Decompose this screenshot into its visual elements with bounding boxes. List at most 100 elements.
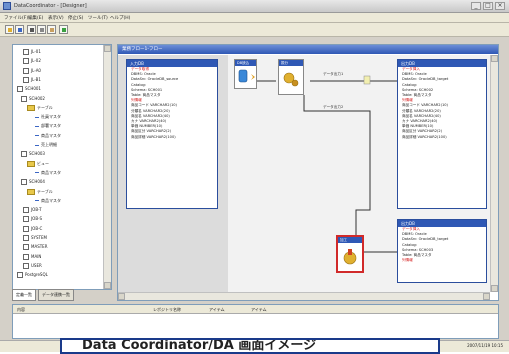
tree-item[interactable]: JL-02	[23, 57, 41, 65]
scroll-right-arrow[interactable]	[483, 293, 490, 300]
menu-view[interactable]: 表示(V)	[48, 15, 64, 21]
tree-item[interactable]: 部署マスタ	[35, 122, 61, 129]
tree-item[interactable]: SCH004	[21, 178, 45, 186]
tab-data-links[interactable]: データ連携一覧	[38, 289, 74, 301]
scroll-up-arrow[interactable]	[104, 45, 111, 52]
selected-transform-node[interactable]: 加工	[336, 235, 364, 273]
tree-item[interactable]: PostgreSQL	[17, 271, 48, 279]
open-icon	[8, 28, 12, 32]
cut-button[interactable]	[27, 25, 36, 34]
save-button[interactable]	[15, 25, 24, 34]
menu-edit[interactable]: 編集(E)	[28, 15, 43, 21]
repository-tree[interactable]: JL-01 JL-02 JL-A0 JL-B1 SCH001 SCH002 テーブル 社員マス…	[12, 44, 112, 290]
tree-item[interactable]: MASTER	[23, 243, 48, 251]
tree-item[interactable]: MAIN	[23, 253, 41, 260]
tree-item[interactable]: SCH003	[21, 150, 45, 158]
table-icon	[35, 116, 39, 118]
flow-joint-icon	[363, 75, 371, 85]
tree-item-label: SCH001	[25, 86, 41, 92]
minimize-button[interactable]: _	[471, 2, 481, 10]
db-node-icon	[17, 272, 23, 279]
tree-item[interactable]: 社員マスタ	[35, 113, 61, 120]
folder-icon	[27, 188, 35, 195]
tree-item[interactable]: ビュー	[27, 160, 49, 167]
db-node-icon	[23, 67, 29, 74]
tree-item[interactable]: JOB-T	[23, 206, 42, 214]
table-icon	[35, 172, 39, 174]
split-node[interactable]: 振分	[278, 59, 304, 95]
tree-item-label: SYSTEM	[31, 235, 47, 240]
designer-header: 業務フロー1-フロー	[118, 45, 498, 54]
tree-item[interactable]: テーブル	[27, 104, 53, 111]
tree-item-label: JL-B1	[31, 76, 41, 82]
flow-canvas[interactable]: 入力DB データ取得 DBMS: Oracle DataSrc: OracleDB_…	[118, 55, 490, 292]
scroll-down-arrow[interactable]	[491, 285, 498, 292]
run-button[interactable]	[59, 25, 68, 34]
tree-item[interactable]: USER	[23, 262, 42, 269]
tree-item-label: MASTER	[31, 244, 48, 250]
tree-item[interactable]: SYSTEM	[23, 234, 47, 241]
scroll-up-arrow[interactable]	[491, 55, 498, 62]
designer-vscroll[interactable]	[490, 55, 498, 292]
tree-item[interactable]: JOB-C	[23, 225, 42, 232]
open-button[interactable]	[5, 25, 14, 34]
db-node-icon	[23, 225, 29, 232]
column-header[interactable]: レポジトリ名称	[153, 307, 181, 313]
table-icon	[35, 135, 39, 137]
tree-item[interactable]: JL-01	[23, 48, 41, 55]
table-icon	[35, 200, 39, 202]
tree-item-label: 商品マスタ	[41, 132, 61, 138]
tree-item-label: 売上明細	[41, 142, 57, 147]
tree-item-label: テーブル	[37, 188, 53, 194]
db-node-icon	[23, 58, 29, 65]
maximize-button[interactable]: □	[483, 2, 493, 10]
tree-item[interactable]: SCH002	[21, 95, 45, 102]
scroll-down-arrow[interactable]	[104, 282, 111, 289]
tree-item[interactable]: 商品マスタ	[35, 169, 61, 176]
app-icon	[3, 2, 11, 10]
tree-item-label: テーブル	[37, 104, 53, 110]
db-node-icon	[23, 244, 29, 251]
tree-item[interactable]: 商品マスタ	[35, 197, 61, 204]
tree-item-label: 商品マスタ	[41, 197, 61, 203]
db-node-icon	[17, 86, 23, 93]
tree-item-label: JL-02	[31, 58, 41, 64]
window-title: DataCoordinator - [Designer]	[14, 3, 87, 9]
column-header[interactable]: アイテム	[251, 307, 267, 313]
copy-button[interactable]	[37, 25, 46, 34]
designer-hscroll[interactable]	[118, 292, 490, 300]
column-header[interactable]: 内容	[17, 307, 25, 313]
tree-item-label: JOB-T	[31, 207, 42, 213]
folder-icon	[27, 160, 35, 167]
db-icon	[238, 69, 255, 83]
tree-item[interactable]: 商品マスタ	[35, 132, 61, 139]
scroll-left-arrow[interactable]	[118, 293, 125, 300]
source-db-node[interactable]: DB読込	[234, 59, 257, 89]
db-node-icon	[23, 49, 29, 55]
tree-item-label: JOB-C	[31, 225, 43, 231]
toolbar	[0, 23, 509, 37]
tree-item-label: 部署マスタ	[41, 123, 61, 129]
menu-file[interactable]: ファイル(F)	[4, 15, 28, 21]
close-button[interactable]: ×	[495, 2, 505, 10]
tree-item[interactable]: JL-B1	[23, 76, 41, 83]
flow-label-1: データ出力1	[323, 72, 344, 76]
tree-item-label: 商品マスタ	[41, 169, 61, 175]
menu-stop[interactable]: 停止(S)	[68, 15, 83, 21]
menu-tools[interactable]: ツール(T)	[88, 15, 108, 21]
menu-help[interactable]: ヘルプ(H)	[110, 15, 130, 21]
column-header[interactable]: アイテム	[209, 307, 225, 313]
tree-item[interactable]: 売上明細	[35, 141, 57, 148]
tree-scrollbar[interactable]	[103, 45, 111, 289]
cut-icon	[30, 28, 34, 32]
tree-item-label: JL-01	[31, 49, 41, 54]
tree-item[interactable]: JOB-S	[23, 215, 42, 223]
tab-definitions[interactable]: 定義一覧	[12, 289, 36, 301]
transform-gear-icon	[283, 72, 299, 87]
tree-item[interactable]: JL-A0	[23, 67, 41, 74]
tree-item[interactable]: SCH001	[17, 85, 41, 93]
tree-item-label: MAIN	[31, 253, 42, 259]
paste-button[interactable]	[47, 25, 56, 34]
tree-item-label: 社員マスタ	[41, 114, 61, 120]
tree-item[interactable]: テーブル	[27, 188, 53, 195]
